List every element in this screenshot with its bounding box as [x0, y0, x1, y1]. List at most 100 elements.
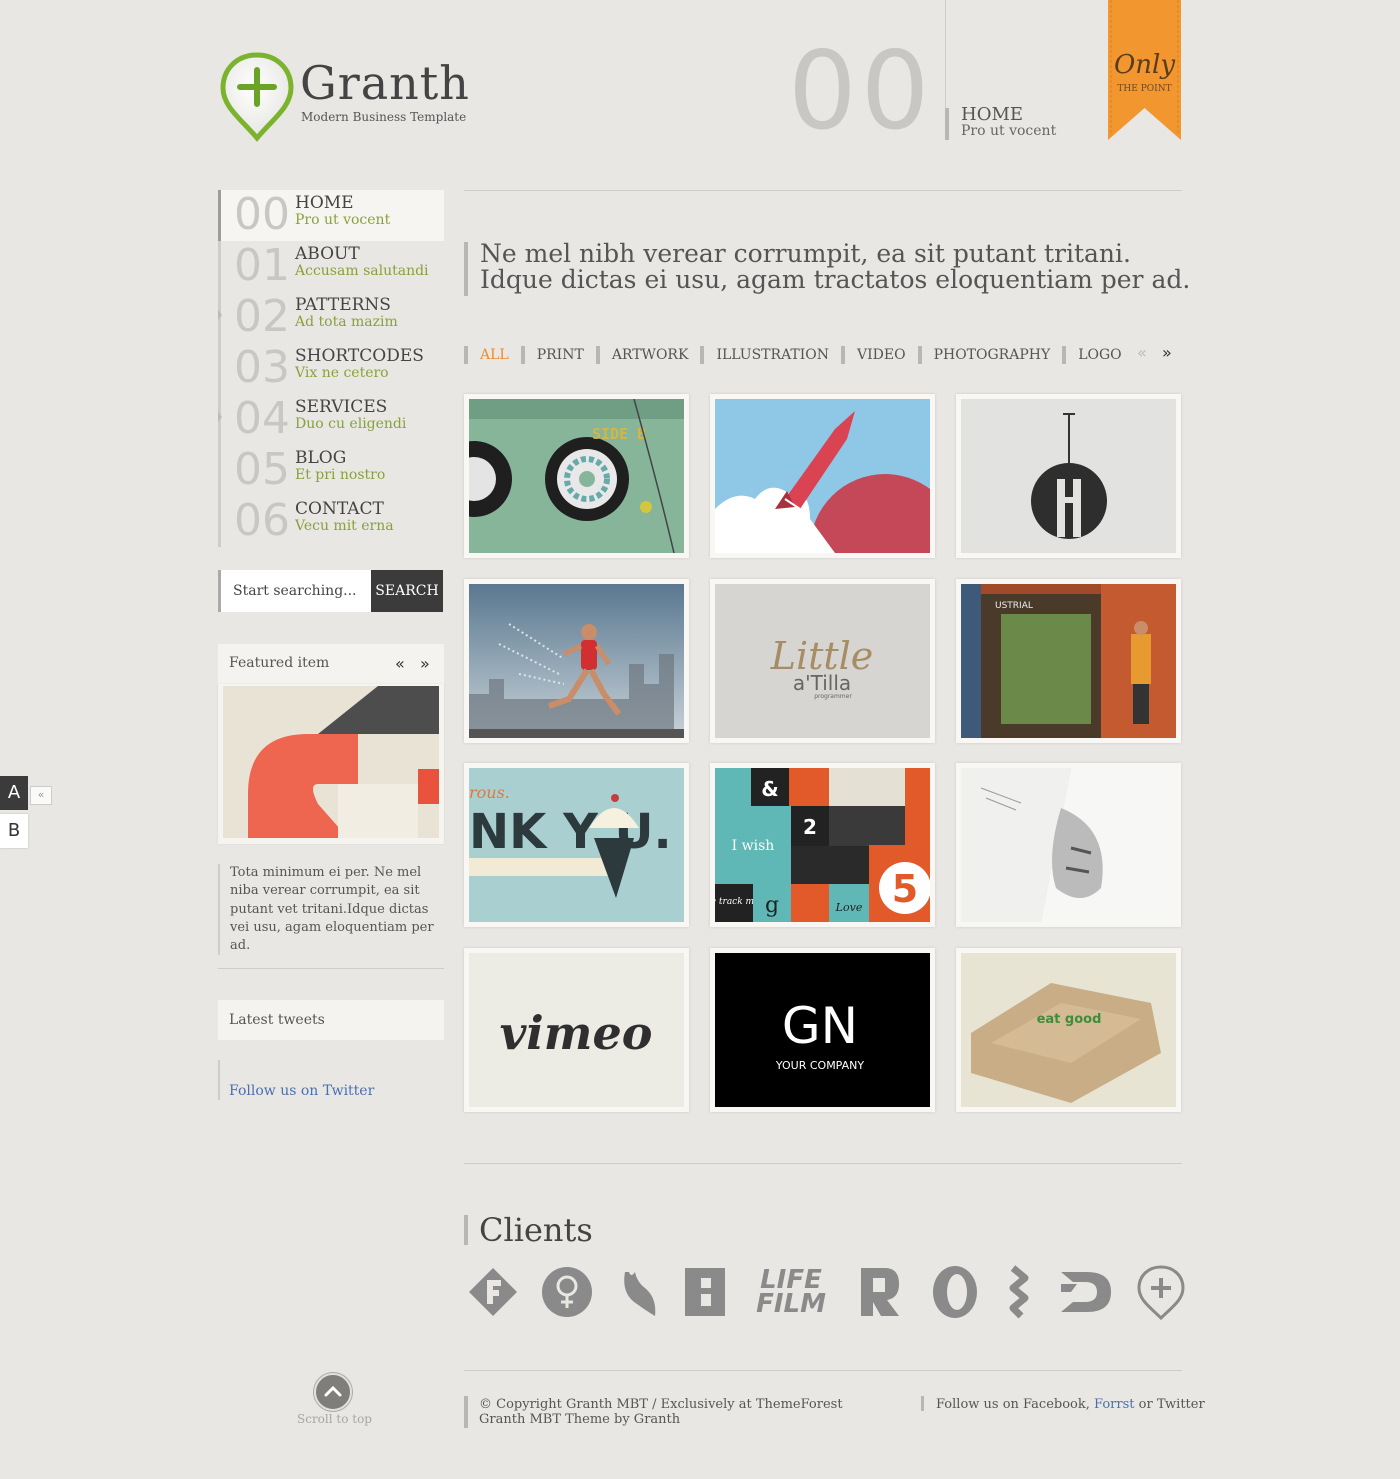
portfolio-item-cassette[interactable]: SIDE B	[464, 394, 689, 558]
footer-social-bar	[921, 1396, 924, 1411]
footer-social: Follow us on Facebook, Forrst or Twitter	[936, 1397, 1205, 1412]
intro-accent-bar	[464, 242, 468, 296]
client-f-icon	[469, 1268, 517, 1316]
footer-accent-bar	[464, 1396, 468, 1428]
client-logo-b[interactable]	[676, 1262, 734, 1322]
your-company-text: YOUR COMPANY	[775, 1059, 864, 1072]
your-company-logo: GN YOUR COMPANY	[715, 953, 930, 1107]
portfolio-item-typography-grid[interactable]: & I wish 2 5 one track mind g Love	[710, 763, 935, 927]
filter-artwork[interactable]: ARTWORK	[595, 346, 701, 364]
filter-all[interactable]: ALL	[464, 346, 521, 364]
filter-logo[interactable]: LOGO	[1062, 346, 1133, 364]
tile-love: Love	[835, 901, 863, 914]
footer-social-prefix[interactable]: Follow us on Facebook,	[936, 1397, 1090, 1412]
nav-subtitle: Pro ut vocent	[295, 212, 391, 228]
client-b-icon	[685, 1268, 725, 1316]
tile-iwish: I wish	[732, 838, 775, 854]
store-sign: USTRIAL	[995, 601, 1033, 611]
portfolio-item-type-portrait[interactable]	[956, 763, 1181, 927]
footer-social-suffix[interactable]: or Twitter	[1139, 1397, 1205, 1412]
tile-two: 2	[803, 815, 817, 839]
client-r-icon	[861, 1268, 899, 1316]
nav-subtitle: Vix ne cetero	[295, 365, 389, 381]
gn-mark: GN	[782, 997, 858, 1055]
scroll-top-button[interactable]	[314, 1373, 352, 1411]
client-logo-f[interactable]	[464, 1262, 522, 1322]
clients-accent-bar	[464, 1215, 468, 1245]
tag-logo-artwork	[961, 399, 1176, 553]
client-logo-bird[interactable]	[610, 1262, 668, 1322]
header-accent-bar	[945, 108, 949, 140]
ribbon-subtext: THE POINT	[1117, 84, 1172, 94]
logo-attilla: a'Tilla	[793, 671, 851, 695]
boxes-brand: eat good	[1037, 1012, 1102, 1027]
ribbon-text: Only	[1113, 50, 1176, 80]
portfolio-item-your-company[interactable]: GN YOUR COMPANY	[710, 948, 935, 1112]
nav-number: 06	[234, 495, 290, 546]
nav-number: 00	[234, 189, 290, 240]
switcher-toggle-button[interactable]: «	[30, 786, 52, 805]
nav-title: SHORTCODES	[295, 346, 424, 366]
nav-title: ABOUT	[295, 244, 360, 264]
style-a-button[interactable]: A	[0, 776, 28, 810]
clients-rule	[464, 1163, 1182, 1164]
client-3d-icon	[1061, 1272, 1111, 1312]
portfolio-item-storefront[interactable]: USTRIAL	[956, 579, 1181, 743]
nav-number: 01	[234, 240, 290, 291]
portfolio-item-runner[interactable]	[464, 579, 689, 743]
client-logo-r[interactable]	[850, 1262, 908, 1322]
intro-line-2: Idque dictas ei usu, agam tractatos eloq…	[480, 265, 1191, 294]
style-b-button[interactable]: B	[0, 814, 28, 848]
portfolio-item-little-attilla[interactable]: Little a'Tilla programmer	[710, 579, 935, 743]
client-logo-o[interactable]	[926, 1262, 984, 1322]
portfolio-prev-button[interactable]: «	[1137, 343, 1147, 362]
search-box	[218, 570, 385, 612]
page-number: 00	[788, 29, 934, 154]
nav-item-shortcodes[interactable]: 03 SHORTCODES Vix ne cetero	[218, 342, 444, 394]
client-logo-swirl[interactable]	[990, 1262, 1048, 1322]
nav-item-contact[interactable]: 06 CONTACT Vecu mit erna	[218, 495, 444, 547]
client-female-icon	[542, 1267, 592, 1317]
nav-number: 04	[234, 393, 290, 444]
nav-item-patterns[interactable]: 02 PATTERNS Ad tota mazim	[218, 291, 444, 343]
featured-image[interactable]	[218, 684, 444, 844]
client-bird-icon	[624, 1272, 656, 1316]
client-logo-life-film[interactable]: LIFE FILM	[752, 1262, 830, 1322]
search-button[interactable]: SEARCH	[371, 570, 443, 612]
portfolio-next-button[interactable]: »	[1162, 343, 1172, 362]
filter-print[interactable]: PRINT	[520, 346, 596, 364]
page-subtitle: Pro ut vocent	[961, 123, 1057, 139]
storefront-photo: USTRIAL	[961, 584, 1176, 738]
filter-illustration[interactable]: ILLUSTRATION	[700, 346, 841, 364]
vimeo-text: vimeo	[500, 1006, 653, 1060]
filter-video[interactable]: VIDEO	[841, 346, 918, 364]
search-input[interactable]	[221, 570, 385, 612]
forrst-link[interactable]: Forrst	[1094, 1397, 1134, 1412]
footer-rule	[464, 1370, 1182, 1371]
follow-twitter-link[interactable]: Follow us on Twitter	[229, 1083, 374, 1099]
nav-subtitle: Ad tota mazim	[295, 314, 398, 330]
client-logo-3d[interactable]	[1056, 1262, 1114, 1322]
client-logo-female[interactable]	[538, 1262, 596, 1322]
featured-prev-button[interactable]: «	[395, 654, 405, 673]
filter-photography[interactable]: PHOTOGRAPHY	[917, 346, 1063, 364]
submenu-arrow-icon	[218, 412, 222, 422]
granth-logo-pin-icon[interactable]	[220, 52, 294, 142]
portfolio-item-thank-you[interactable]: rous. NK Y U.	[464, 763, 689, 927]
logo-programmer: programmer	[814, 693, 852, 700]
client-logo-pin[interactable]	[1132, 1262, 1190, 1322]
thank-you-artwork: rous. NK Y U.	[469, 768, 684, 922]
header-rule	[464, 190, 1182, 191]
nav-item-home[interactable]: 00 HOME Pro ut vocent	[218, 189, 444, 241]
nav-title: PATTERNS	[295, 295, 391, 315]
portfolio-item-rocket[interactable]	[710, 394, 935, 558]
nav-item-services[interactable]: 04 SERVICES Duo cu eligendi	[218, 393, 444, 445]
portfolio-item-tag-logo[interactable]	[956, 394, 1181, 558]
portfolio-item-vimeo[interactable]: vimeo	[464, 948, 689, 1112]
type-portrait-artwork	[961, 768, 1176, 922]
nav-number: 02	[234, 291, 290, 342]
nav-item-blog[interactable]: 05 BLOG Et pri nostro	[218, 444, 444, 496]
portfolio-item-boxes[interactable]: eat good	[956, 948, 1181, 1112]
nav-item-about[interactable]: 01 ABOUT Accusam salutandi	[218, 240, 444, 292]
featured-next-button[interactable]: »	[420, 654, 430, 673]
